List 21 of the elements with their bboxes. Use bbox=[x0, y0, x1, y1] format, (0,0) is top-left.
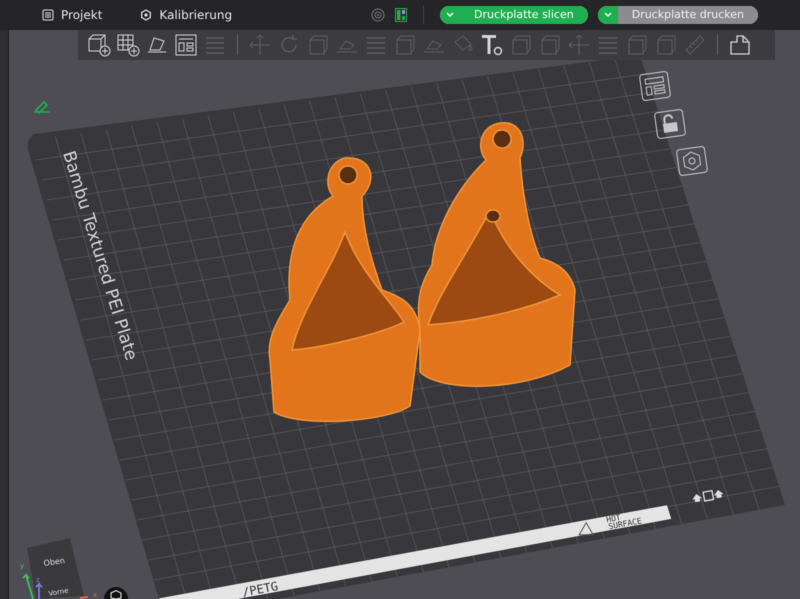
cube-face-label: Oben bbox=[43, 556, 66, 568]
plate-label: /PETG bbox=[241, 579, 280, 599]
text-tool-icon[interactable] bbox=[479, 32, 505, 58]
layout-icon[interactable] bbox=[173, 32, 199, 58]
grid-plus-icon[interactable] bbox=[115, 32, 141, 58]
menu-tab[interactable]: Kalibrierung bbox=[140, 6, 232, 24]
plate-symbols-icon bbox=[692, 490, 724, 502]
warning-icon bbox=[578, 522, 594, 536]
hexagon-nut-icon[interactable] bbox=[675, 145, 709, 177]
caret-icon[interactable] bbox=[446, 12, 454, 18]
padlock-icon[interactable] bbox=[653, 108, 687, 140]
pencil-icon[interactable] bbox=[32, 100, 52, 114]
hexagon-icon bbox=[140, 9, 152, 21]
document-icon bbox=[42, 9, 54, 21]
target-icon[interactable] bbox=[371, 8, 386, 22]
layout-icon[interactable] bbox=[638, 70, 672, 102]
view-cube[interactable] bbox=[27, 538, 84, 599]
add-cube-icon[interactable] bbox=[86, 32, 112, 58]
axes-drawing bbox=[22, 573, 88, 599]
menu-tab[interactable]: Projekt bbox=[42, 6, 102, 24]
panel-icon[interactable] bbox=[395, 8, 408, 22]
